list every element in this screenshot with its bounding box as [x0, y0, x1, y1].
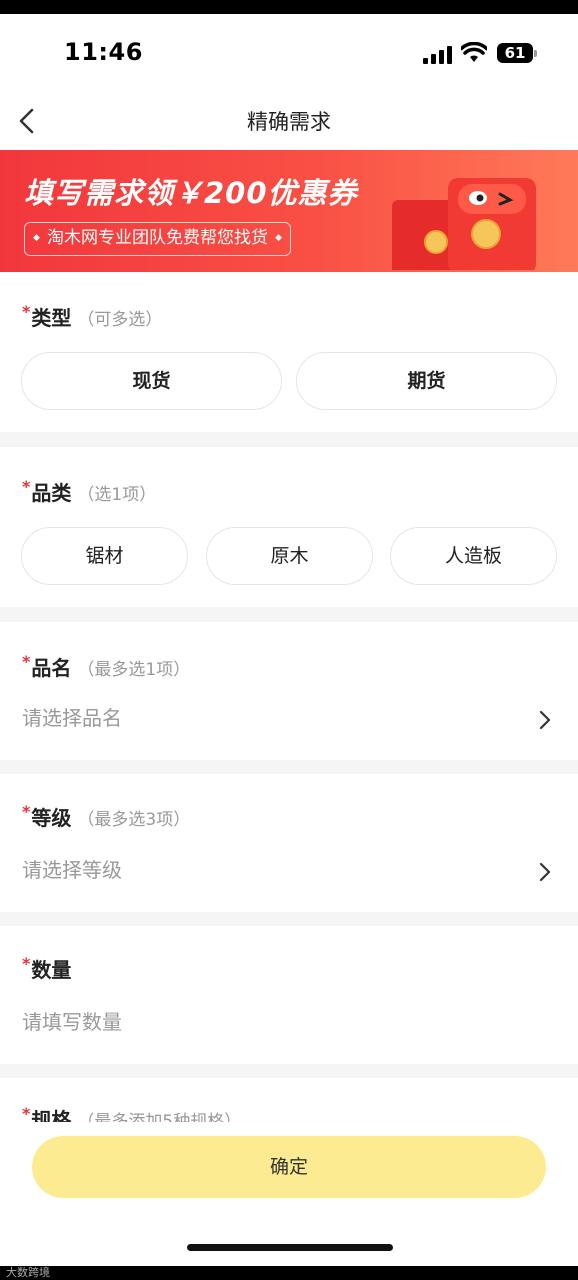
status-time: 11:46: [64, 38, 143, 66]
option-panel[interactable]: 人造板: [390, 527, 557, 585]
type-section: *类型 （可多选） 现货 期货: [0, 272, 578, 432]
home-indicator-area: [0, 1230, 578, 1266]
home-indicator[interactable]: [187, 1244, 393, 1251]
quantity-label: *数量: [22, 954, 72, 982]
wifi-icon: [461, 42, 487, 62]
grade-picker[interactable]: 请选择等级: [22, 854, 556, 890]
app-screen: 11:46 61 精确需求 填写需求领￥200优惠券 淘木网专业团队免费帮您找货: [0, 14, 578, 1266]
banner-subline: 淘木网专业团队免费帮您找货: [24, 222, 291, 256]
option-sawn-timber[interactable]: 锯材: [21, 527, 188, 585]
grade-label: *等级 （最多选3项）: [22, 802, 191, 830]
option-log[interactable]: 原木: [206, 527, 373, 585]
option-futures[interactable]: 期货: [296, 352, 557, 410]
quantity-section: *数量 请填写数量: [0, 926, 578, 1064]
nav-bar: 精确需求: [0, 92, 578, 150]
option-spot[interactable]: 现货: [21, 352, 282, 410]
chevron-right-icon: [539, 862, 551, 882]
battery-icon: 61: [497, 43, 537, 63]
type-label: *类型 （可多选）: [22, 302, 163, 330]
watermark: 大数跨境: [6, 1266, 50, 1279]
grade-placeholder: 请选择等级: [22, 858, 122, 882]
battery-level: 61: [504, 44, 526, 62]
category-section: *品类 （选1项） 锯材 原木 人造板: [0, 447, 578, 607]
category-label: *品类 （选1项）: [22, 477, 157, 505]
confirm-button[interactable]: 确定: [32, 1136, 546, 1198]
product-name-section: *品名 （最多选1项） 请选择品名: [0, 622, 578, 760]
product-name-picker[interactable]: 请选择品名: [22, 702, 556, 738]
signal-icon: [423, 44, 453, 64]
quantity-placeholder: 请填写数量: [22, 1010, 122, 1034]
page-title: 精确需求: [247, 110, 331, 134]
product-name-placeholder: 请选择品名: [22, 706, 122, 730]
banner-headline: 填写需求领￥200优惠券: [24, 176, 358, 210]
confirm-bar: 确定: [0, 1122, 578, 1230]
status-bar: 11:46 61: [0, 14, 578, 92]
grade-section: *等级 （最多选3项） 请选择等级: [0, 774, 578, 912]
quantity-input[interactable]: 请填写数量: [22, 1006, 556, 1042]
promo-banner[interactable]: 填写需求领￥200优惠券 淘木网专业团队免费帮您找货: [0, 150, 578, 272]
red-envelope-mascot-icon: [392, 178, 536, 270]
chevron-right-icon: [539, 710, 551, 730]
product-name-label: *品名 （最多选1项）: [22, 652, 191, 680]
